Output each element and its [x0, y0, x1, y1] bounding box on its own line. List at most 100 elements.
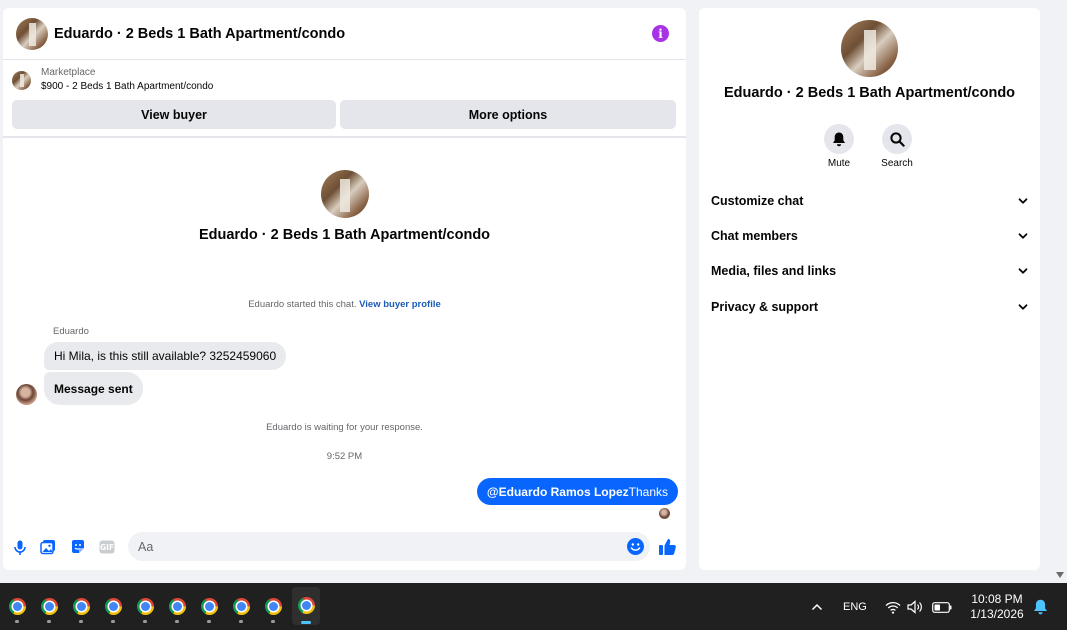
chrome-icon	[136, 598, 154, 615]
battery-icon[interactable]	[931, 599, 953, 615]
chat-header: Eduardo · 2 Beds 1 Bath Apartment/condo …	[3, 8, 686, 60]
chrome-icon	[200, 598, 218, 615]
section-label: Privacy & support	[711, 300, 818, 314]
microphone-icon[interactable]	[12, 539, 28, 555]
waiting-notice: Eduardo is waiting for your response.	[266, 422, 423, 433]
chrome-icon	[232, 598, 250, 615]
chevron-down-icon	[1018, 268, 1028, 274]
mention[interactable]: @Eduardo Ramos Lopez	[487, 485, 629, 499]
search-button[interactable]: Search	[867, 124, 927, 169]
chrome-icon	[104, 598, 122, 615]
section-label: Media, files and links	[711, 264, 837, 278]
search-icon	[882, 124, 912, 154]
taskbar-chrome-app[interactable]	[36, 591, 62, 623]
chat-started-text: Eduardo started this chat.	[248, 299, 357, 310]
chrome-icon	[297, 597, 315, 614]
taskbar-chrome-app[interactable]	[4, 591, 30, 623]
message-bubble[interactable]: Message sent	[44, 372, 143, 405]
info-avatar	[841, 20, 898, 77]
taskbar-chrome-app[interactable]	[100, 591, 126, 623]
bell-icon	[824, 124, 854, 154]
outgoing-message-text: Thanks	[628, 484, 668, 499]
view-buyer-profile-link[interactable]: View buyer profile	[359, 299, 441, 310]
clock-time: 10:08 PM	[971, 592, 1023, 606]
chrome-icon	[8, 598, 26, 615]
running-indicator	[111, 620, 115, 623]
section-label: Customize chat	[711, 194, 804, 208]
message-input[interactable]	[128, 532, 650, 561]
listing-thumbnail	[12, 70, 31, 90]
marketplace-label: Marketplace	[41, 67, 96, 78]
info-title: Eduardo · 2 Beds 1 Bath Apartment/condo	[723, 85, 1016, 101]
message-timestamp: 9:52 PM	[326, 451, 363, 462]
running-indicator	[15, 620, 19, 623]
chat-panel: Eduardo · 2 Beds 1 Bath Apartment/condo …	[3, 8, 686, 570]
volume-icon[interactable]	[906, 599, 924, 615]
action-buttons: View buyer More options	[3, 94, 686, 131]
taskbar-chrome-app[interactable]	[164, 591, 190, 623]
sticker-icon[interactable]	[70, 539, 86, 555]
mute-label: Mute	[827, 158, 851, 169]
chrome-icon	[264, 598, 282, 615]
taskbar-chrome-app[interactable]	[68, 591, 94, 623]
view-buyer-button[interactable]: View buyer	[12, 100, 336, 129]
composer: GIF	[3, 532, 686, 562]
language-indicator[interactable]: ENG	[843, 601, 867, 613]
gif-icon[interactable]: GIF	[99, 539, 115, 555]
running-indicator	[79, 620, 83, 623]
outgoing-message-bubble[interactable]: @Eduardo Ramos Lopez Thanks	[476, 478, 678, 505]
customize-chat-section[interactable]: Customize chat	[711, 189, 1029, 213]
info-icon[interactable]: i	[652, 25, 669, 42]
chevron-down-icon	[1018, 233, 1028, 239]
intro-avatar	[320, 170, 369, 218]
marketplace-row[interactable]: Marketplace $900 - 2 Beds 1 Bath Apartme…	[3, 60, 686, 94]
listing-avatar[interactable]	[16, 17, 48, 50]
chrome-icon	[72, 598, 90, 615]
chevron-up-icon[interactable]	[809, 599, 825, 615]
running-indicator	[271, 620, 275, 623]
privacy-support-section[interactable]: Privacy & support	[711, 295, 1029, 319]
chrome-icon	[168, 598, 186, 615]
taskbar-chrome-app[interactable]	[228, 591, 254, 623]
photo-icon[interactable]	[40, 539, 56, 555]
clock[interactable]: 10:08 PM 1/13/2026	[962, 592, 1032, 622]
chat-started-notice: Eduardo started this chat. View buyer pr…	[3, 299, 686, 310]
running-indicator	[239, 620, 243, 623]
sender-avatar[interactable]	[16, 384, 37, 405]
running-indicator	[143, 620, 147, 623]
taskbar: ENG 10:08 PM 1/13/2026	[0, 583, 1067, 630]
clock-date: 1/13/2026	[970, 607, 1024, 621]
chrome-icon	[40, 598, 58, 615]
running-indicator	[207, 620, 211, 623]
chat-members-section[interactable]: Chat members	[711, 224, 1029, 248]
running-indicator	[47, 620, 51, 623]
chat-title: Eduardo · 2 Beds 1 Bath Apartment/condo	[54, 25, 346, 42]
conversation-info-panel: Eduardo · 2 Beds 1 Bath Apartment/condo …	[699, 8, 1040, 570]
taskbar-chrome-app[interactable]	[132, 591, 158, 623]
running-indicator	[175, 620, 179, 623]
thumbs-up-icon[interactable]	[658, 537, 677, 556]
taskbar-chrome-app[interactable]	[292, 587, 320, 625]
emoji-icon[interactable]	[627, 538, 644, 555]
chevron-down-icon	[1018, 304, 1028, 310]
intro-title: Eduardo · 2 Beds 1 Bath Apartment/condo	[198, 227, 491, 243]
search-label: Search	[881, 158, 913, 169]
read-receipt-avatar	[659, 508, 670, 519]
chevron-down-icon	[1018, 198, 1028, 204]
taskbar-chrome-app[interactable]	[196, 591, 222, 623]
notification-bell-icon[interactable]	[1032, 598, 1049, 615]
taskbar-chrome-app[interactable]	[260, 591, 286, 623]
listing-summary: $900 - 2 Beds 1 Bath Apartment/condo	[41, 81, 214, 92]
more-options-button[interactable]: More options	[340, 100, 676, 129]
running-indicator	[301, 621, 311, 624]
message-bubble[interactable]: Hi Mila, is this still available? 325245…	[44, 342, 287, 370]
sender-name: Eduardo	[53, 326, 89, 337]
mute-button[interactable]: Mute	[809, 124, 869, 169]
media-files-links-section[interactable]: Media, files and links	[711, 259, 1029, 283]
scroll-down-arrow[interactable]	[1055, 571, 1065, 579]
header-divider	[3, 136, 686, 138]
chat-intro: Eduardo · 2 Beds 1 Bath Apartment/condo	[3, 170, 686, 243]
svg-text:GIF: GIF	[100, 543, 114, 552]
section-label: Chat members	[711, 229, 798, 243]
wifi-icon[interactable]	[884, 599, 902, 615]
